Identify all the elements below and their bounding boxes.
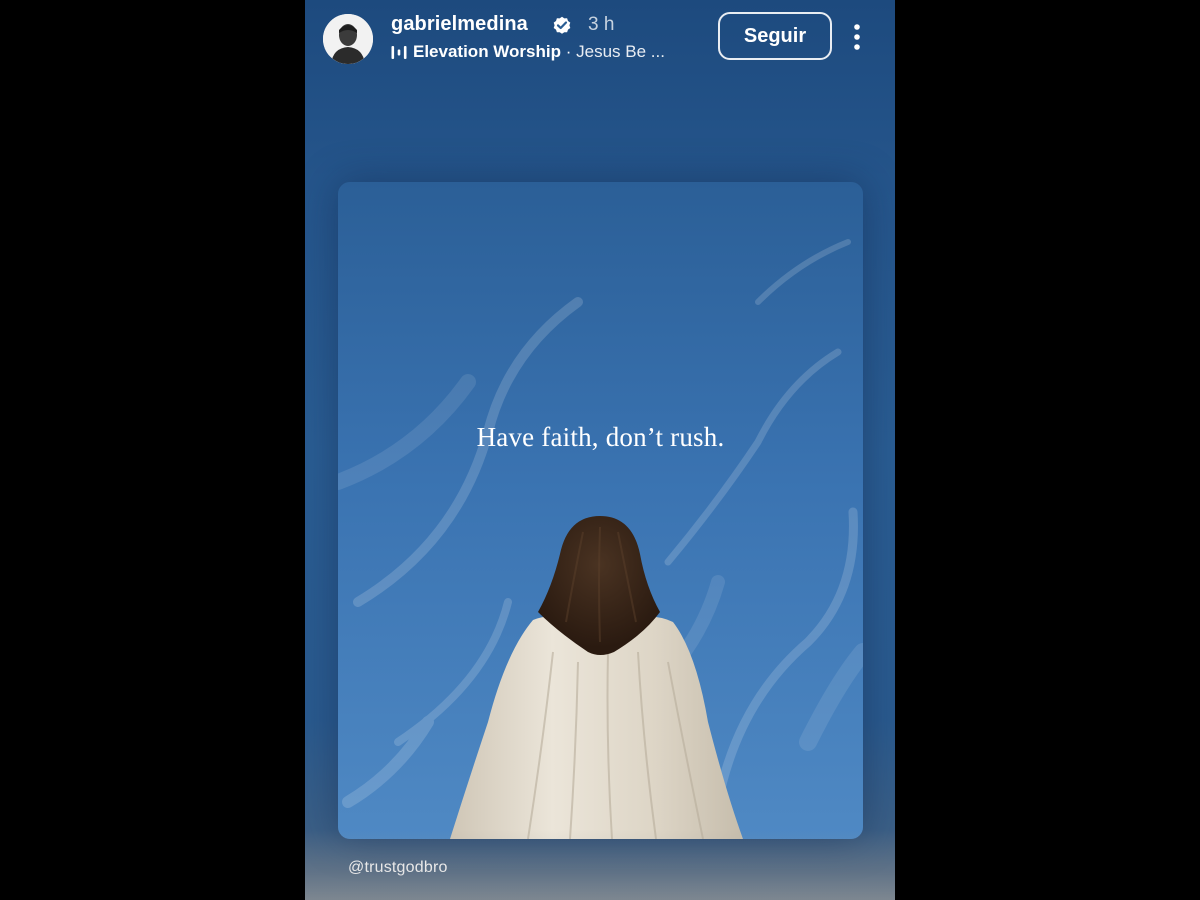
- mention-sticker[interactable]: @trustgodbro: [348, 859, 448, 877]
- username[interactable]: gabrielmedina: [391, 13, 528, 36]
- post-caption: Have faith, don’t rush.: [476, 422, 725, 452]
- shared-post-card[interactable]: Have faith, don’t rush.: [338, 182, 863, 839]
- story-viewer[interactable]: gabrielmedina 3 h Elevation Worship · Je…: [305, 0, 895, 900]
- follow-button[interactable]: Seguir: [718, 12, 832, 60]
- more-vertical-icon[interactable]: [847, 22, 867, 52]
- music-artist: Elevation Worship: [413, 42, 561, 61]
- music-song: Jesus Be ...: [576, 42, 665, 61]
- music-separator: ·: [561, 42, 577, 61]
- viewer-backdrop: gabrielmedina 3 h Elevation Worship · Je…: [0, 0, 1200, 900]
- verified-badge-icon: [553, 16, 571, 34]
- avatar-photo: [323, 14, 373, 64]
- post-time: 3 h: [588, 14, 615, 35]
- avatar[interactable]: [323, 14, 373, 64]
- music-attribution[interactable]: Elevation Worship · Jesus Be ...: [413, 42, 703, 62]
- story-header: gabrielmedina 3 h Elevation Worship · Je…: [305, 0, 895, 80]
- post-image: [338, 182, 863, 839]
- music-bars-icon: [391, 46, 407, 59]
